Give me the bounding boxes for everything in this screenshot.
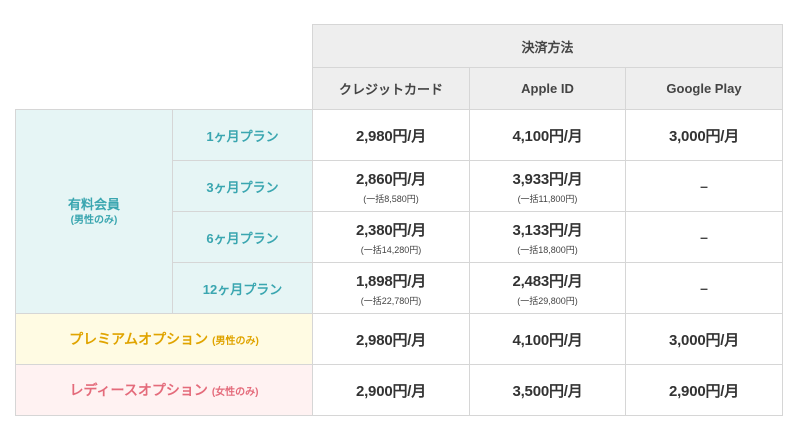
lump-sum-note: (一括18,800円) (517, 244, 578, 255)
price-value: 1,898円/月 (355, 272, 427, 290)
price-cell-google-unavailable: – (625, 160, 783, 212)
plan-name: 1ヶ月プラン (172, 109, 313, 161)
premium-option-name: プレミアムオプション (69, 331, 209, 347)
lump-sum-note: (一括11,800円) (517, 193, 578, 204)
price-cell-google-unavailable: – (625, 211, 783, 263)
header-row-payment: 決済方法 (16, 24, 783, 68)
table-row-1-month: 有料会員 (男性のみ) 1ヶ月プラン 2,980円/月 4,100円/月 3,0… (15, 109, 783, 314)
price-value: 2,900円/月 (355, 382, 427, 400)
price-cell-credit: 2,900円/月 (312, 364, 470, 416)
plan-name: 6ヶ月プラン (172, 211, 313, 263)
price-value: 2,483円/月 (512, 272, 583, 290)
column-header-credit-card: クレジットカード (312, 67, 470, 110)
price-value: 2,980円/月 (355, 331, 427, 349)
price-cell-credit: 2,980円/月 (312, 109, 470, 161)
price-value: 3,133円/月 (512, 221, 583, 239)
plan-name: 12ヶ月プラン (172, 262, 313, 314)
price-value: 2,380円/月 (355, 221, 427, 239)
price-value: 4,100円/月 (512, 331, 583, 349)
lump-sum-note: (一括14,280円) (360, 244, 422, 255)
plan-name: 3ヶ月プラン (172, 160, 313, 212)
lump-sum-note: (一括22,780円) (360, 295, 422, 306)
premium-option-label: プレミアムオプション (男性のみ) (15, 313, 313, 365)
price-value: 3,000円/月 (668, 127, 740, 145)
header-blank (16, 25, 313, 68)
price-cell-apple: 3,500円/月 (469, 364, 626, 416)
price-value: 3,500円/月 (512, 382, 583, 400)
price-cell-credit: 1,898円/月 (一括22,780円) (312, 262, 470, 314)
table-row-ladies-option: レディースオプション (女性のみ) 2,900円/月 3,500円/月 2,900… (15, 364, 783, 416)
price-table-container: 決済方法 クレジットカード Apple ID Google Play 有料会員 … (0, 0, 800, 437)
price-cell-google: 3,000円/月 (625, 313, 783, 365)
lump-sum-note: (一括8,580円) (363, 193, 419, 204)
member-label: 有料会員 (67, 196, 120, 212)
member-sub-label: (男性のみ) (70, 214, 118, 226)
price-value: 2,980円/月 (355, 127, 427, 145)
premium-option-note: (男性のみ) (212, 336, 259, 347)
price-cell-apple: 4,100円/月 (469, 313, 626, 365)
price-cell-apple: 4,100円/月 (469, 109, 626, 161)
column-header-apple-id: Apple ID (469, 67, 626, 110)
ladies-option-label: レディースオプション (女性のみ) (15, 364, 313, 416)
price-cell-credit: 2,380円/月 (一括14,280円) (312, 211, 470, 263)
member-label-cell: 有料会員 (男性のみ) (15, 109, 173, 314)
price-cell-google: 3,000円/月 (625, 109, 783, 161)
header-row-methods: クレジットカード Apple ID Google Play (16, 67, 783, 110)
price-cell-apple: 3,133円/月 (一括18,800円) (469, 211, 626, 263)
price-cell-credit: 2,860円/月 (一括8,580円) (312, 160, 470, 212)
price-cell-apple: 3,933円/月 (一括11,800円) (469, 160, 626, 212)
table-row-premium-option: プレミアムオプション (男性のみ) 2,980円/月 4,100円/月 3,000… (15, 313, 783, 365)
price-value: 2,860円/月 (355, 170, 427, 188)
lump-sum-note: (一括29,800円) (517, 295, 578, 306)
column-header-google-play: Google Play (625, 67, 783, 110)
price-cell-google: 2,900円/月 (625, 364, 783, 416)
ladies-option-note: (女性のみ) (211, 387, 259, 398)
price-value: 2,900円/月 (668, 382, 740, 400)
price-value: 3,933円/月 (512, 170, 583, 188)
price-value: 4,100円/月 (512, 127, 583, 145)
ladies-option-name: レディースオプション (69, 382, 208, 398)
header-blank-2 (16, 68, 313, 110)
price-cell-apple: 2,483円/月 (一括29,800円) (469, 262, 626, 314)
price-cell-credit: 2,980円/月 (312, 313, 470, 365)
price-value: 3,000円/月 (668, 331, 740, 349)
payment-method-header: 決済方法 (312, 24, 783, 68)
price-table: 決済方法 クレジットカード Apple ID Google Play 有料会員 … (15, 24, 783, 416)
price-cell-google-unavailable: – (625, 262, 783, 314)
